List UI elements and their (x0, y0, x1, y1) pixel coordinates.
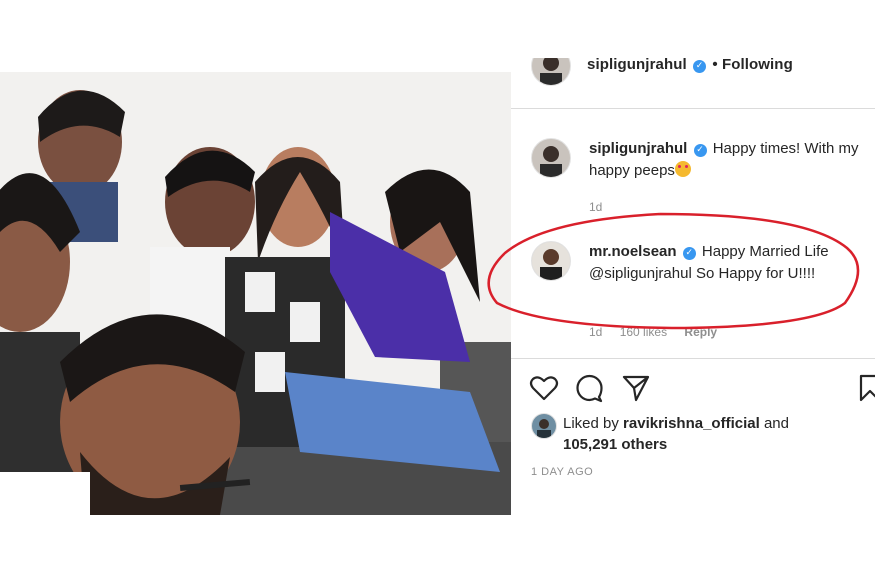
post-header: sipligunjrahul ✓ • Following (511, 58, 875, 109)
comment-body: Happy Married Life (701, 243, 829, 260)
header-username[interactable]: sipligunjrahul (587, 58, 687, 73)
comment-likes[interactable]: 160 likes (620, 325, 667, 339)
comment-item: sipligunjrahul ✓ Happy times! With my ha… (511, 138, 875, 218)
verified-badge-icon: ✓ (682, 247, 696, 260)
comment-text: mr.noelsean ✓ Happy Married Life @siplig… (589, 241, 859, 285)
comment-time[interactable]: 1d (589, 325, 602, 339)
comment-text: sipligunjrahul ✓ Happy times! With my ha… (589, 138, 859, 182)
divider (511, 358, 875, 359)
post-actions (529, 373, 875, 405)
liked-by-others[interactable]: 105,291 others (563, 436, 667, 453)
header-separator: • (712, 58, 718, 73)
comment-meta: 1d (589, 200, 616, 214)
comment-avatar[interactable] (531, 241, 571, 281)
reply-button[interactable]: Reply (684, 325, 717, 339)
liked-by-prefix: Liked by (563, 415, 624, 432)
comment-avatar[interactable] (531, 138, 571, 178)
comment-body-end: So Happy for U!!!! (691, 265, 816, 282)
post-time-ago[interactable]: 1 DAY AGO (531, 466, 593, 478)
verified-badge-icon: ✓ (693, 60, 707, 73)
comment-mention[interactable]: @sipligunjrahul (589, 265, 692, 282)
heart-eyes-emoji-icon (674, 161, 691, 177)
bookmark-icon[interactable] (855, 373, 875, 403)
liked-by-text: Liked by ravikrishna_official and 105,29… (563, 413, 853, 455)
liked-by-and: and (759, 415, 789, 432)
header-avatar[interactable] (531, 58, 571, 86)
comment-item: mr.noelsean ✓ Happy Married Life @siplig… (511, 241, 875, 339)
comment-meta: 1d 160 likes Reply (589, 325, 731, 339)
comment-username[interactable]: mr.noelsean (589, 243, 677, 260)
comment-time[interactable]: 1d (589, 200, 602, 214)
post-side-panel: sipligunjrahul ✓ • Following sipligunjra… (511, 58, 875, 520)
verified-badge-icon: ✓ (693, 144, 707, 157)
heart-icon[interactable] (529, 373, 559, 403)
follow-status[interactable]: Following (722, 58, 793, 73)
share-icon[interactable] (621, 373, 651, 403)
comment-username[interactable]: sipligunjrahul (589, 140, 687, 157)
comment-icon[interactable] (575, 373, 605, 403)
liked-by-user[interactable]: ravikrishna_official (623, 415, 760, 432)
post-photo (0, 72, 511, 515)
liked-by-avatar[interactable] (531, 413, 557, 439)
